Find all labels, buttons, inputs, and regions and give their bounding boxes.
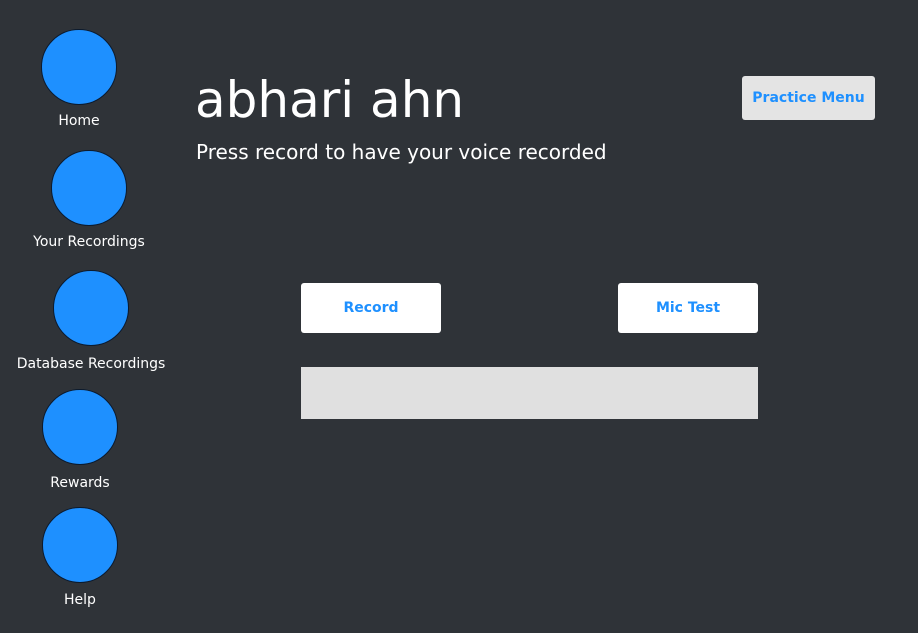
sidebar-item-help[interactable]: Help bbox=[41, 507, 119, 609]
sidebar-item-your-recordings[interactable]: Your Recordings bbox=[29, 150, 149, 251]
sidebar-item-home[interactable]: Home bbox=[40, 29, 118, 130]
sidebar-item-rewards[interactable]: Rewards bbox=[41, 389, 119, 492]
rewards-icon[interactable] bbox=[42, 389, 118, 465]
sidebar-item-label: Help bbox=[64, 592, 96, 608]
recordings-icon[interactable] bbox=[51, 150, 127, 226]
database-icon[interactable] bbox=[53, 270, 129, 346]
app-root: Home Your Recordings Database Recordings… bbox=[0, 0, 918, 633]
practice-menu-button[interactable]: Practice Menu bbox=[742, 76, 875, 120]
home-icon[interactable] bbox=[41, 29, 117, 105]
page-subtitle: Press record to have your voice recorded bbox=[196, 140, 607, 164]
sidebar-item-label: Home bbox=[58, 113, 100, 129]
sidebar-item-label: Database Recordings bbox=[16, 356, 166, 372]
recording-output-box bbox=[301, 367, 758, 419]
mic-test-button[interactable]: Mic Test bbox=[618, 283, 758, 333]
sidebar-item-database-recordings[interactable]: Database Recordings bbox=[14, 270, 168, 373]
record-button[interactable]: Record bbox=[301, 283, 441, 333]
help-icon[interactable] bbox=[42, 507, 118, 583]
sidebar-item-label: Rewards bbox=[50, 475, 110, 491]
page-title: abhari ahn bbox=[195, 71, 465, 129]
sidebar-item-label: Your Recordings bbox=[33, 234, 145, 250]
